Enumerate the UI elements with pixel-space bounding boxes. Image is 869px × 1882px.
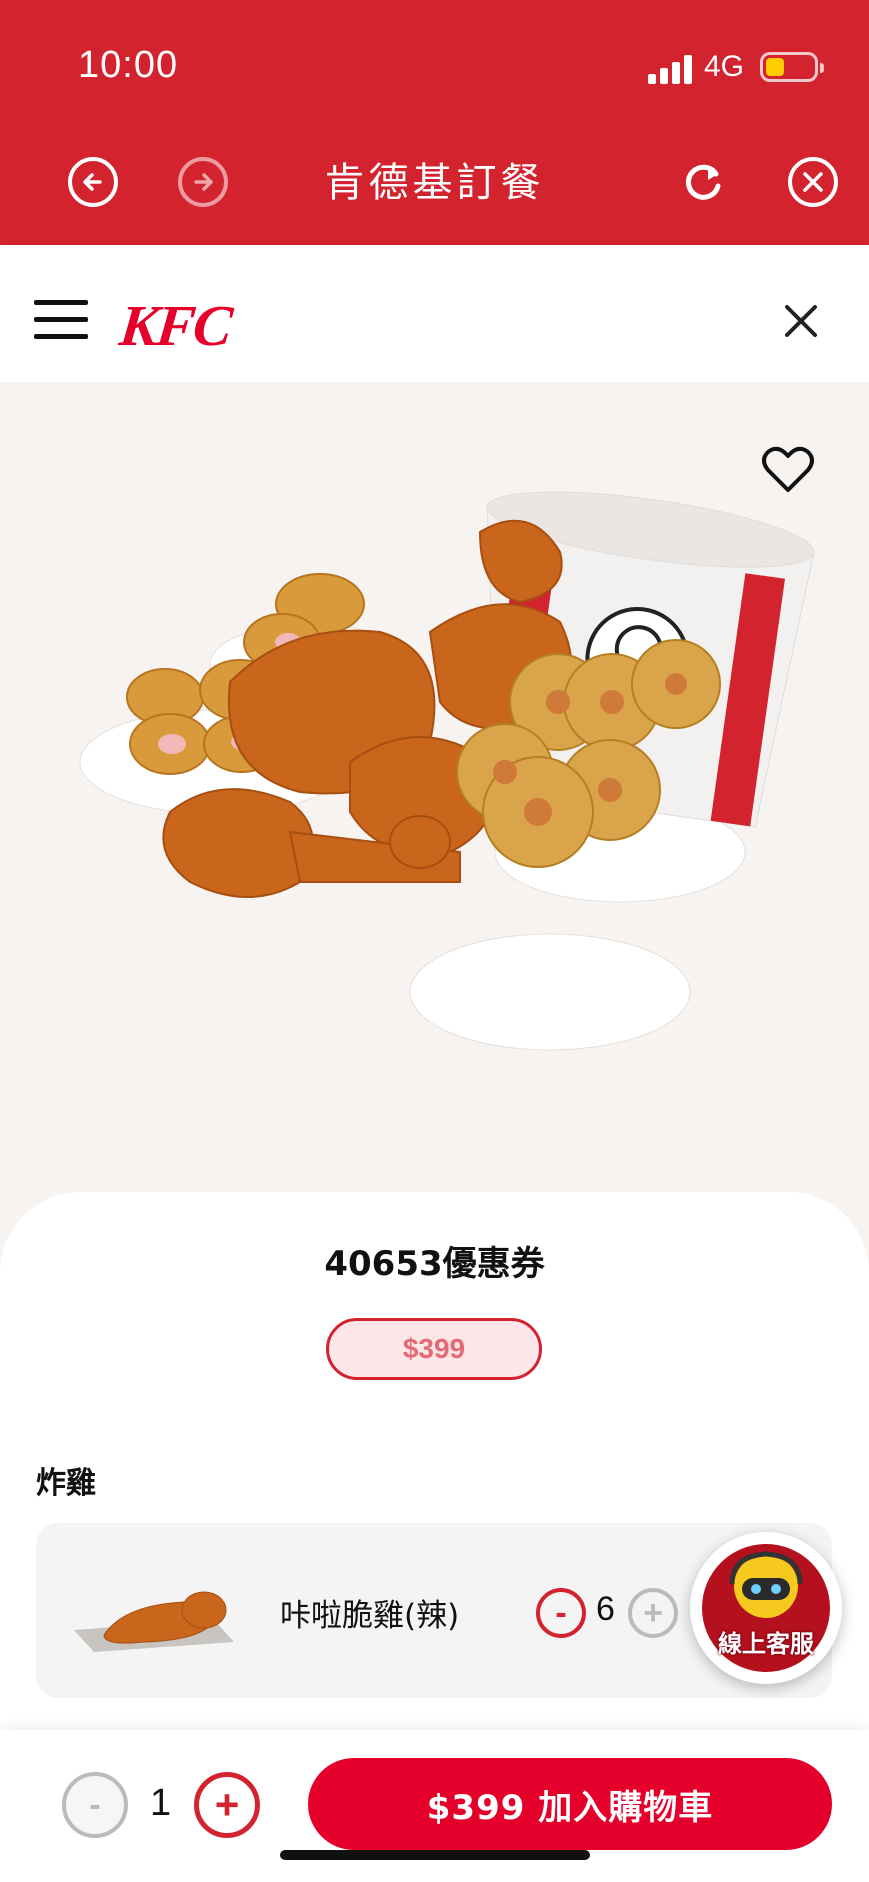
- item-quantity: 6: [596, 1590, 615, 1628]
- close-icon: [803, 172, 823, 192]
- network-type: 4G: [704, 50, 745, 83]
- close-icon: [785, 305, 817, 337]
- product-image: [0, 382, 869, 1202]
- menu-icon[interactable]: [34, 300, 88, 342]
- item-thumbnail: [64, 1580, 244, 1660]
- price-badge: $399: [326, 1318, 542, 1380]
- signal-icon: [648, 54, 694, 84]
- item-increase-button[interactable]: +: [628, 1588, 678, 1638]
- browser-title: 肯德基訂餐: [324, 160, 545, 206]
- close-page-button[interactable]: [782, 302, 820, 340]
- heart-icon: [762, 446, 814, 492]
- reload-icon: [685, 164, 721, 200]
- close-browser-button[interactable]: [788, 157, 838, 207]
- add-to-cart-button[interactable]: $399 加入購物車: [308, 1758, 832, 1850]
- quantity-increase-button[interactable]: +: [194, 1772, 260, 1838]
- customer-service-button[interactable]: 線上客服: [690, 1532, 842, 1684]
- customer-service-label: 線上客服: [718, 1630, 814, 1658]
- quantity-decrease-button[interactable]: -: [62, 1772, 128, 1838]
- browser-toolbar: [0, 0, 869, 245]
- status-time: 10:00: [78, 44, 179, 86]
- favorite-button[interactable]: [762, 446, 814, 494]
- kfc-logo[interactable]: KFC: [116, 292, 234, 359]
- battery-icon: [760, 52, 824, 82]
- item-name: 咔啦脆雞(辣): [280, 1598, 460, 1634]
- home-indicator: [280, 1850, 590, 1860]
- product-title: 40653優惠券: [324, 1244, 545, 1284]
- order-quantity: 1: [150, 1782, 172, 1824]
- reload-button[interactable]: [680, 158, 728, 206]
- section-title: 炸雞: [36, 1466, 96, 1501]
- item-decrease-button[interactable]: -: [536, 1588, 586, 1638]
